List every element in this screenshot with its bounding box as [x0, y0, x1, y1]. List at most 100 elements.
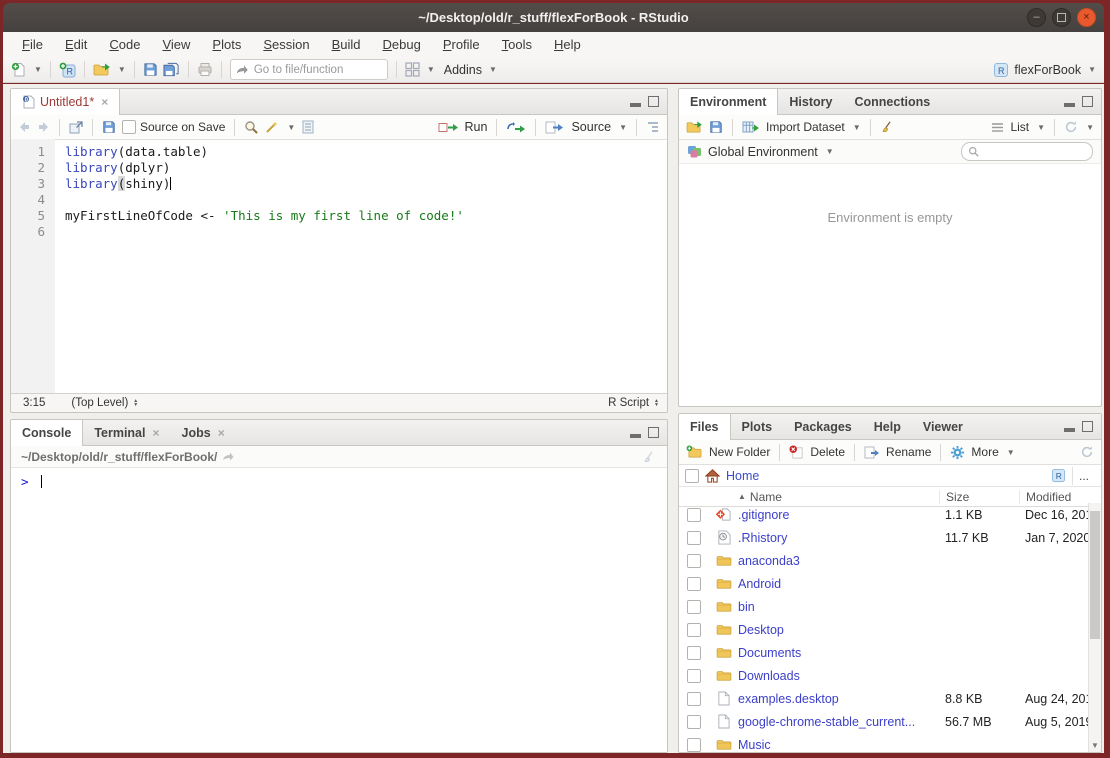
select-all-checkbox[interactable] [685, 469, 699, 483]
more-caret-icon[interactable]: ▼ [1007, 448, 1015, 457]
file-name-link[interactable]: Android [738, 577, 939, 591]
scrollbar-down-icon[interactable]: ▼ [1089, 741, 1101, 750]
file-name-link[interactable]: anaconda3 [738, 554, 939, 568]
tab-terminal-close-icon[interactable]: × [152, 426, 159, 440]
file-checkbox[interactable] [687, 669, 701, 683]
column-modified[interactable]: Modified [1019, 490, 1101, 504]
rename-button[interactable]: Rename [886, 445, 931, 459]
source-on-save-checkbox[interactable] [122, 120, 136, 134]
menu-profile[interactable]: Profile [432, 37, 491, 52]
goto-dir-icon[interactable] [222, 451, 234, 462]
code-line[interactable]: library(shiny) [65, 176, 667, 192]
doc-type-stepper-icon[interactable]: ▲▼ [654, 399, 659, 407]
close-button[interactable]: × [1077, 8, 1096, 27]
run-icon[interactable] [438, 121, 459, 134]
open-file-caret-icon[interactable]: ▼ [118, 65, 126, 74]
code-editor[interactable]: 123456 library(data.table)library(dplyr)… [11, 139, 667, 393]
menu-debug[interactable]: Debug [372, 37, 432, 52]
pane-maximize-icon[interactable] [1082, 421, 1093, 432]
menu-tools[interactable]: Tools [491, 37, 543, 52]
print-icon[interactable] [197, 62, 213, 77]
code-line[interactable]: library(dplyr) [65, 160, 667, 176]
doc-type-selector[interactable]: R Script [608, 397, 649, 409]
pane-minimize-icon[interactable] [1064, 428, 1075, 432]
refresh-caret-icon[interactable]: ▼ [1086, 123, 1094, 132]
tab-close-icon[interactable]: × [101, 95, 108, 109]
scope-stepper-icon[interactable]: ▲▼ [133, 399, 138, 407]
import-dataset-icon[interactable] [742, 120, 760, 134]
code-line[interactable]: myFirstLineOfCode <- 'This is my first l… [65, 208, 667, 224]
tab-files[interactable]: Files [678, 414, 731, 440]
rename-icon[interactable] [864, 446, 880, 459]
load-workspace-icon[interactable] [686, 120, 703, 134]
back-icon[interactable] [18, 121, 31, 133]
clear-console-icon[interactable] [642, 450, 657, 464]
save-all-icon[interactable] [163, 62, 180, 78]
delete-button[interactable]: Delete [810, 445, 845, 459]
tab-terminal[interactable]: Terminal × [83, 420, 170, 445]
save-workspace-icon[interactable] [709, 120, 723, 134]
source-button[interactable]: Source [571, 120, 611, 134]
file-checkbox[interactable] [687, 692, 701, 706]
file-checkbox[interactable] [687, 623, 701, 637]
menu-edit[interactable]: Edit [54, 37, 98, 52]
save-doc-icon[interactable] [102, 120, 116, 134]
run-button[interactable]: Run [465, 120, 488, 134]
tab-packages[interactable]: Packages [783, 414, 863, 439]
clear-environment-icon[interactable] [880, 120, 895, 134]
file-name-link[interactable]: Documents [738, 646, 939, 660]
new-folder-button[interactable]: New Folder [709, 445, 770, 459]
file-checkbox[interactable] [687, 646, 701, 660]
forward-icon[interactable] [37, 121, 50, 133]
tab-viewer[interactable]: Viewer [912, 414, 974, 439]
tab-connections[interactable]: Connections [843, 89, 941, 114]
open-file-icon[interactable] [93, 62, 111, 77]
menu-plots[interactable]: Plots [201, 37, 252, 52]
scrollbar-thumb[interactable] [1090, 511, 1100, 639]
new-project-icon[interactable]: R [59, 62, 76, 78]
popout-icon[interactable] [69, 121, 83, 134]
outline-icon[interactable] [646, 121, 660, 133]
file-name-link[interactable]: bin [738, 600, 939, 614]
environment-search-input[interactable] [983, 145, 1073, 159]
pane-maximize-icon[interactable] [648, 427, 659, 438]
file-name-link[interactable]: google-chrome-stable_current... [738, 715, 939, 729]
file-checkbox[interactable] [687, 600, 701, 614]
new-folder-icon[interactable] [686, 445, 703, 459]
more-gear-icon[interactable] [950, 445, 965, 460]
column-size[interactable]: Size [939, 490, 1019, 504]
find-icon[interactable] [244, 120, 258, 134]
more-button[interactable]: More [971, 445, 998, 459]
save-icon[interactable] [143, 62, 158, 77]
new-file-caret-icon[interactable]: ▼ [34, 65, 42, 74]
pane-minimize-icon[interactable] [630, 103, 641, 107]
menu-build[interactable]: Build [321, 37, 372, 52]
menu-file[interactable]: File [11, 37, 54, 52]
pane-layout-caret-icon[interactable]: ▼ [427, 65, 435, 74]
menu-view[interactable]: View [151, 37, 201, 52]
refresh-icon[interactable] [1064, 120, 1078, 134]
new-file-icon[interactable] [11, 62, 27, 78]
file-name-link[interactable]: examples.desktop [738, 692, 939, 706]
menu-help[interactable]: Help [543, 37, 592, 52]
tab-jobs-close-icon[interactable]: × [218, 426, 225, 440]
tab-environment[interactable]: Environment [678, 89, 778, 115]
goto-file-box[interactable] [230, 59, 388, 80]
file-checkbox[interactable] [687, 715, 701, 729]
pane-maximize-icon[interactable] [1082, 96, 1093, 107]
files-scrollbar[interactable]: ▼ [1088, 503, 1101, 752]
file-name-link[interactable]: .Rhistory [738, 531, 939, 545]
list-view-button[interactable]: List [1010, 120, 1029, 134]
pane-minimize-icon[interactable] [630, 434, 641, 438]
file-name-link[interactable]: Downloads [738, 669, 939, 683]
file-name-link[interactable]: Music [738, 738, 939, 752]
tab-plots[interactable]: Plots [731, 414, 784, 439]
maximize-button[interactable] [1052, 8, 1071, 27]
addins-button[interactable]: Addins [444, 63, 482, 77]
path-more-button[interactable]: ... [1072, 467, 1095, 485]
file-checkbox[interactable] [687, 508, 701, 522]
window-titlebar[interactable]: ~/Desktop/old/r_stuff/flexForBook - RStu… [3, 3, 1104, 32]
source-on-save-toggle[interactable]: Source on Save [122, 120, 225, 134]
tab-untitled1[interactable]: 0 Untitled1* × [10, 89, 120, 115]
tab-history[interactable]: History [778, 89, 843, 114]
